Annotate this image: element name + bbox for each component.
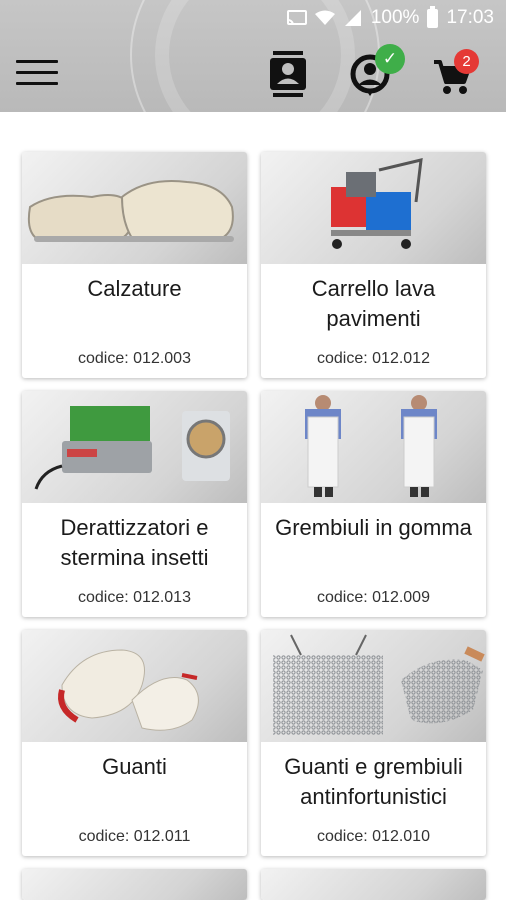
status-bar: 100% 17:03 xyxy=(0,0,506,36)
product-title: Derattizzatori e stermina insetti xyxy=(60,515,209,570)
product-code: codice: 012.003 xyxy=(78,350,191,367)
product-card[interactable]: Guanti codice: 012.011 xyxy=(22,630,247,856)
product-image xyxy=(261,391,486,503)
mop-cart-photo xyxy=(331,158,423,249)
product-title: Guanti xyxy=(102,754,167,779)
product-code: codice: 012.013 xyxy=(78,589,191,606)
header: 100% 17:03 ✓ 2 xyxy=(0,0,506,112)
product-code: codice: 012.009 xyxy=(317,589,430,606)
product-card[interactable]: Carrello lava pavimenti codice: 012.012 xyxy=(261,152,486,378)
product-code: codice: 012.010 xyxy=(317,828,430,845)
white-shoes-photo xyxy=(27,180,234,242)
cart-count-badge: 2 xyxy=(454,49,479,74)
product-title: Guanti e grembiuli antinfortunistici xyxy=(284,754,463,809)
product-code: codice: 012.011 xyxy=(78,828,191,845)
product-card[interactable]: Derattizzatori e stermina insetti codice… xyxy=(22,391,247,617)
product-image xyxy=(261,869,486,900)
product-image xyxy=(261,152,486,264)
product-image xyxy=(22,391,247,503)
product-code: codice: 012.012 xyxy=(317,350,430,367)
contact-card-icon[interactable] xyxy=(270,51,306,97)
product-card[interactable] xyxy=(261,869,486,900)
hamburger-menu-icon[interactable] xyxy=(16,60,58,88)
work-gloves-photo xyxy=(58,649,199,731)
product-image xyxy=(261,630,486,742)
product-card[interactable]: Guanti e grembiuli antinfortunistici cod… xyxy=(261,630,486,856)
product-image xyxy=(22,630,247,742)
product-card[interactable] xyxy=(22,869,247,900)
rubber-aprons-photo xyxy=(305,395,437,497)
chainmail-apron-gloves-photo xyxy=(273,634,485,735)
clock: 17:03 xyxy=(446,7,494,28)
product-title: Calzature xyxy=(87,276,182,301)
product-title: Carrello lava pavimenti xyxy=(311,276,436,331)
app-bar: ✓ 2 xyxy=(0,36,506,112)
product-title: Grembiuli in gomma xyxy=(275,515,472,540)
cast-icon xyxy=(286,10,307,26)
pest-control-devices-photo xyxy=(34,406,230,490)
wifi-icon xyxy=(314,10,335,25)
product-grid: Calzature codice: 012.003 Carrello lava … xyxy=(0,112,506,900)
battery-icon xyxy=(427,5,439,28)
product-image xyxy=(22,869,247,900)
product-image xyxy=(22,152,247,264)
check-icon: ✓ xyxy=(375,44,405,74)
signal-icon xyxy=(344,10,361,26)
battery-level: 100% xyxy=(370,7,420,28)
product-card[interactable]: Grembiuli in gomma codice: 012.009 xyxy=(261,391,486,617)
product-card[interactable]: Calzature codice: 012.003 xyxy=(22,152,247,378)
